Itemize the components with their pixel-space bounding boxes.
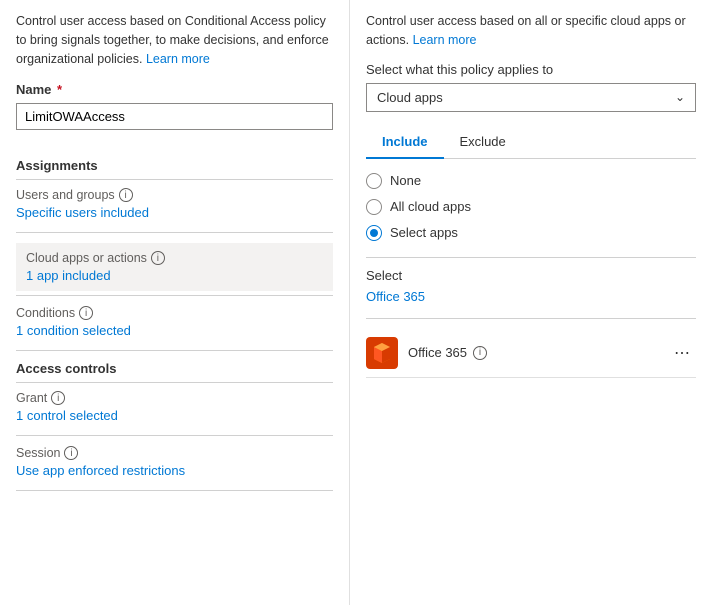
dropdown-label: Select what this policy applies to xyxy=(366,62,696,77)
office365-link[interactable]: Office 365 xyxy=(366,289,696,304)
session-value[interactable]: Use app enforced restrictions xyxy=(16,463,333,478)
grant-value[interactable]: 1 control selected xyxy=(16,408,333,423)
tab-exclude[interactable]: Exclude xyxy=(444,126,522,159)
session-info-icon[interactable]: i xyxy=(64,446,78,460)
app-name: Office 365 i xyxy=(408,345,658,360)
select-section: Select Office 365 xyxy=(366,268,696,304)
conditions-section: Conditions i 1 condition selected xyxy=(16,306,333,338)
session-label: Session i xyxy=(16,446,333,460)
conditions-value[interactable]: 1 condition selected xyxy=(16,323,333,338)
select-label: Select xyxy=(366,268,696,283)
divider-5 xyxy=(16,490,333,491)
users-groups-info-icon[interactable]: i xyxy=(119,188,133,202)
name-field-container: Name * xyxy=(16,82,333,146)
left-learn-more-link[interactable]: Learn more xyxy=(146,52,210,66)
cloud-apps-dropdown[interactable]: Cloud apps ⌄ xyxy=(366,83,696,112)
app-info-icon[interactable]: i xyxy=(473,346,487,360)
cloud-apps-value[interactable]: 1 app included xyxy=(26,268,323,283)
chevron-down-icon: ⌄ xyxy=(675,90,685,104)
left-panel: Control user access based on Conditional… xyxy=(0,0,350,605)
app-list-item: Office 365 i ⋯ xyxy=(366,329,696,378)
grant-info-icon[interactable]: i xyxy=(51,391,65,405)
divider-1 xyxy=(16,232,333,233)
assignments-heading: Assignments xyxy=(16,158,333,180)
tabs-container: Include Exclude xyxy=(366,126,696,159)
radio-none[interactable]: None xyxy=(366,173,696,189)
radio-none-circle xyxy=(366,173,382,189)
tab-include[interactable]: Include xyxy=(366,126,444,159)
cloud-apps-section: Cloud apps or actions i 1 app included xyxy=(16,243,333,291)
divider-4 xyxy=(16,435,333,436)
divider-right-1 xyxy=(366,257,696,258)
right-panel: Control user access based on all or spec… xyxy=(350,0,712,605)
office365-app-icon xyxy=(366,337,398,369)
name-label: Name * xyxy=(16,82,333,97)
cloud-apps-label: Cloud apps or actions i xyxy=(26,251,323,265)
conditions-label: Conditions i xyxy=(16,306,333,320)
cloud-apps-info-icon[interactable]: i xyxy=(151,251,165,265)
required-star: * xyxy=(53,82,62,97)
radio-select-circle xyxy=(366,225,382,241)
divider-2 xyxy=(16,295,333,296)
radio-all-label: All cloud apps xyxy=(390,199,471,214)
users-groups-value[interactable]: Specific users included xyxy=(16,205,333,220)
radio-group: None All cloud apps Select apps xyxy=(366,173,696,241)
users-groups-label: Users and groups i xyxy=(16,188,333,202)
grant-section: Grant i 1 control selected xyxy=(16,391,333,423)
more-options-icon[interactable]: ⋯ xyxy=(668,341,696,365)
divider-3 xyxy=(16,350,333,351)
users-groups-section: Users and groups i Specific users includ… xyxy=(16,188,333,220)
dropdown-value: Cloud apps xyxy=(377,90,443,105)
left-intro-text: Control user access based on Conditional… xyxy=(16,12,333,68)
session-section: Session i Use app enforced restrictions xyxy=(16,446,333,478)
radio-none-label: None xyxy=(390,173,421,188)
grant-label: Grant i xyxy=(16,391,333,405)
radio-select-label: Select apps xyxy=(390,225,458,240)
divider-right-2 xyxy=(366,318,696,319)
radio-all-circle xyxy=(366,199,382,215)
access-controls-heading: Access controls xyxy=(16,361,333,383)
name-input[interactable] xyxy=(16,103,333,130)
radio-all-cloud-apps[interactable]: All cloud apps xyxy=(366,199,696,215)
conditions-info-icon[interactable]: i xyxy=(79,306,93,320)
right-intro-text: Control user access based on all or spec… xyxy=(366,12,696,50)
right-learn-more-link[interactable]: Learn more xyxy=(413,33,477,47)
radio-select-apps[interactable]: Select apps xyxy=(366,225,696,241)
